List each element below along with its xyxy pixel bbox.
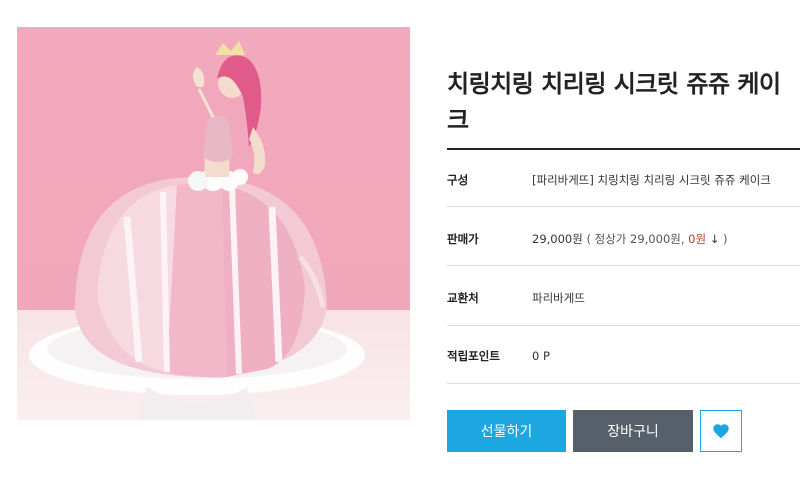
price-detail-prefix: ( 정상가 29,000원, [586,232,689,246]
row-divider [447,325,800,326]
down-arrow-icon: ↓ [709,232,720,246]
cart-button[interactable]: 장바구니 [573,410,693,452]
exchange-label: 교환처 [447,291,479,305]
row-divider [447,265,800,266]
composition-value: [파리바게뜨] 치링치링 치리링 시크릿 쥬쥬 케이크 [532,173,771,187]
price-detail-suffix: ) [719,232,728,246]
points-label: 적립포인트 [447,349,500,363]
points-value: 0 P [532,349,550,363]
product-title: 치링치링 치리링 시크릿 쥬쥬 케이크 [447,70,781,134]
cake-illustration [29,41,365,420]
price-value: 29,000원 [532,232,583,246]
wishlist-button[interactable] [700,410,742,452]
product-image [17,27,410,420]
composition-label: 구성 [447,173,469,187]
row-divider [447,383,800,384]
cart-button-label: 장바구니 [607,424,659,440]
price-discount: 0원 [688,232,707,246]
row-divider [447,206,800,207]
title-divider [447,148,800,150]
price-row: 29,000원 ( 정상가 29,000원, 0원 ↓ ) [532,231,728,247]
heart-icon [713,424,729,439]
exchange-value: 파리바게뜨 [532,291,585,305]
gift-button[interactable]: 선물하기 [447,410,566,452]
price-label: 판매가 [447,232,479,246]
gift-button-label: 선물하기 [480,424,533,440]
